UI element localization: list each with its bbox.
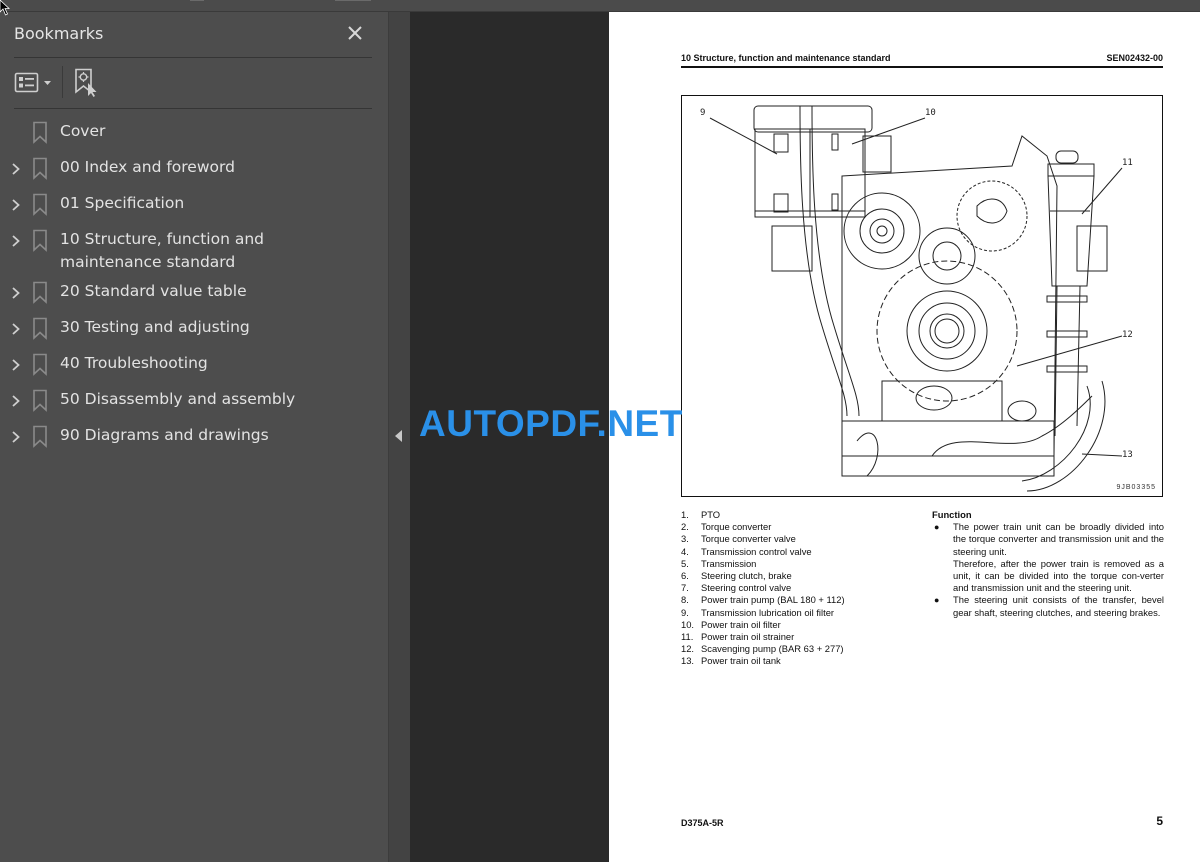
list-item: 3. Torque converter valve [681,533,796,545]
callout-label: 12 [1122,330,1133,340]
bookmark-icon [33,193,47,216]
bookmark-icon [33,317,47,340]
bookmark-icon [33,157,47,180]
expand-chevron[interactable] [0,193,32,217]
list-item: 8. Power train pump (BAL 180 + 112) [681,594,845,606]
mouse-cursor-icon [0,0,10,16]
toolbar-tick [190,0,204,1]
bookmark-list: Cover 00 Index and foreword 01 Specifica… [0,120,388,460]
chevron-right-icon [12,323,20,335]
bookmark-label: 40 Troubleshooting [60,354,208,372]
bookmark-item-testing[interactable]: 30 Testing and adjusting [0,316,388,352]
bookmark-label: 01 Specification [60,194,185,212]
page-footer-model: D375A-5R [681,818,724,828]
list-item: 9. Transmission lubrication oil filter [681,606,835,618]
page-header-section: 10 Structure, function and maintenance s… [681,53,891,63]
list-item: 4. Transmission control valve [681,545,812,557]
chevron-right-icon [12,199,20,211]
panel-title: Bookmarks [14,24,104,43]
bookmark-label: 10 Structure, function and maintenance s… [60,230,265,271]
panel-divider [14,108,372,109]
bullet-item: ● The power train unit can be broadly di… [932,521,1164,594]
find-current-bookmark-button[interactable] [74,68,102,98]
page-header-doc-id: SEN02432-00 [1106,53,1163,63]
callout-label: 13 [1122,450,1133,460]
figure-code: 9JB03355 [1116,484,1156,491]
expand-chevron[interactable] [0,353,32,377]
bookmark-icon [33,121,47,144]
bookmark-icon [33,281,47,304]
list-item: 1. PTO [681,509,721,520]
chevron-right-icon [12,163,20,175]
paragraph: The steering unit consists of the transf… [953,594,1164,618]
toolbar-separator [62,66,63,98]
paragraph: The power train unit can be broadly divi… [953,521,1164,557]
chevron-right-icon [12,287,20,299]
bullet-icon: ● [934,595,940,606]
bookmark-label: 50 Disassembly and assembly [60,390,296,408]
expand-chevron[interactable] [0,425,32,449]
panel-divider [14,57,372,58]
list-options-icon [14,72,51,93]
bookmark-label: Cover [60,122,106,140]
page-number: 5 [1156,814,1163,828]
top-toolbar-strip [0,0,1200,12]
bookmark-icon [33,389,47,412]
chevron-right-icon [12,235,20,247]
list-item: 12. Scavenging pump (BAR 63 + 277) [681,643,844,655]
expand-chevron[interactable] [0,229,32,253]
expand-chevron[interactable] [0,317,32,341]
bullet-item: ● The steering unit consists of the tran… [932,594,1164,618]
power-train-drawing [709,105,1123,492]
bullet-icon: ● [934,522,940,533]
list-item: 10. Power train oil filter [681,618,781,630]
parts-list: 1. PTO 2. Torque converter 3. Torque conver… [681,509,931,668]
callout-label: 9 [700,108,706,118]
bookmark-label: 00 Index and foreword [60,158,235,176]
find-current-bookmark-icon [75,68,97,97]
expand-chevron[interactable] [0,281,32,305]
bookmark-item-diagrams[interactable]: 90 Diagrams and drawings [0,424,388,460]
bookmark-options-button[interactable] [14,70,56,96]
bookmark-icon [33,353,47,376]
bookmark-item-troubleshooting[interactable]: 40 Troubleshooting [0,352,388,388]
function-section: Function ● The power train unit can be b… [932,509,1164,619]
bookmark-label: 30 Testing and adjusting [60,318,250,336]
document-page: 10 Structure, function and maintenance s… [609,12,1200,862]
list-item: 2. Torque converter [681,521,772,533]
callout-label: 11 [1122,158,1133,168]
bookmark-item-standard-value[interactable]: 20 Standard value table [0,280,388,316]
caret-down-icon [44,81,51,85]
header-rule [681,66,1163,68]
bookmark-item-disassembly[interactable]: 50 Disassembly and assembly [0,388,388,424]
toolbar-tick [335,0,371,1]
close-icon [348,26,362,40]
bookmark-icon [33,229,47,252]
expand-chevron[interactable] [0,157,32,181]
bookmark-item-cover[interactable]: Cover [0,120,388,156]
list-item: 7. Steering control valve [681,582,792,594]
list-item: 11. Power train oil strainer [681,631,795,643]
chevron-right-icon [12,395,20,407]
bookmark-item-specification[interactable]: 01 Specification [0,192,388,228]
bookmark-item-structure[interactable]: 10 Structure, function and maintenance s… [0,228,388,280]
list-item: 13. Power train oil tank [681,655,781,667]
watermark-text: AUTOPDF.NET [419,403,683,444]
expand-chevron[interactable] [0,389,32,413]
function-heading: Function [932,509,972,520]
triangle-left-icon[interactable] [395,430,402,442]
engine-diagram-figure: 9 10 11 12 13 9JB03355 [681,95,1163,497]
chevron-right-icon [12,359,20,371]
bookmark-item-index[interactable]: 00 Index and foreword [0,156,388,192]
bookmark-icon [33,425,47,448]
close-panel-button[interactable] [344,22,366,44]
list-item: 5. Transmission [681,557,757,569]
bookmark-label: 20 Standard value table [60,282,247,300]
chevron-right-icon [12,431,20,443]
callout-label: 10 [925,108,936,118]
list-item: 6. Steering clutch, brake [681,570,792,582]
bookmark-label: 90 Diagrams and drawings [60,426,269,444]
paragraph: Therefore, after the power train is remo… [953,557,1164,594]
